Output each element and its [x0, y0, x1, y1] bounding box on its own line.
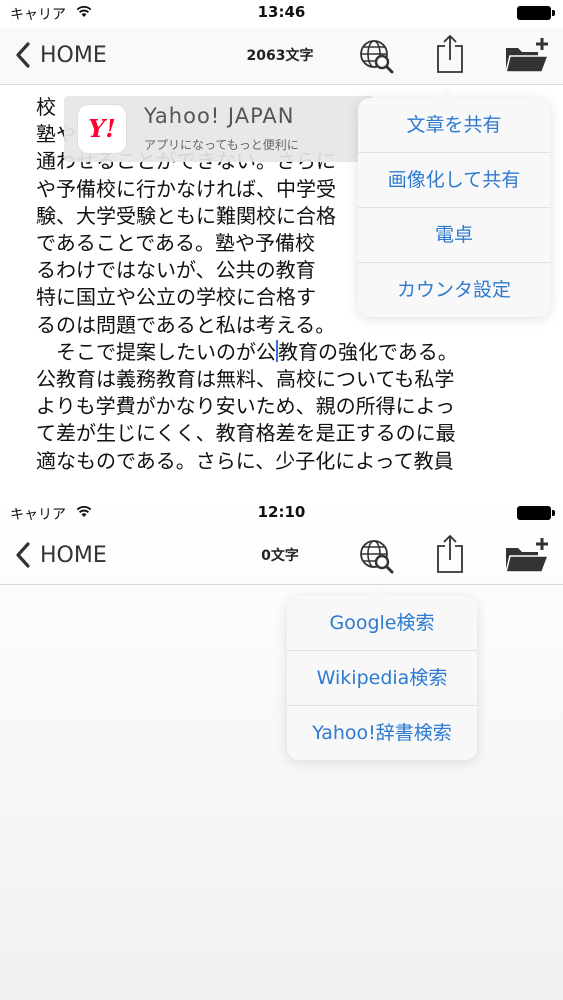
add-folder-icon[interactable]: [504, 36, 550, 76]
status-bar: キャリア 12:10: [0, 500, 563, 528]
text-line: 適なものである。さらに、少子化によって教員: [36, 448, 454, 473]
back-label: HOME: [40, 542, 107, 568]
navigation-bar: HOME 2063文字: [0, 28, 563, 85]
text-segment: 教育の強化である。: [278, 339, 458, 364]
navigation-bar: HOME 0文字: [0, 528, 563, 585]
globe-search-icon[interactable]: [358, 38, 394, 74]
back-button[interactable]: HOME: [14, 38, 107, 72]
menu-item-counter-settings[interactable]: カウンタ設定: [358, 263, 550, 317]
globe-search-icon[interactable]: [358, 538, 394, 574]
status-bar: キャリア 13:46: [0, 0, 563, 28]
popover-arrow: [436, 88, 456, 98]
status-time: 13:46: [257, 3, 306, 21]
menu-item-calculator[interactable]: 電卓: [358, 208, 550, 263]
character-count: 0文字: [261, 548, 299, 564]
yahoo-app-banner[interactable]: Y! Yahoo! JAPAN アプリになってもっと便利に: [64, 96, 374, 162]
menu-item-yahoo-dictionary-search[interactable]: Yahoo!辞書検索: [287, 706, 477, 760]
popover-arrow: [367, 586, 387, 596]
banner-subtitle: アプリになってもっと便利に: [144, 138, 299, 152]
status-time: 12:10: [257, 503, 306, 521]
battery-icon: [517, 506, 555, 520]
screen-top: キャリア 13:46 HOME 2063文字 校 塾や や予備校に行かなければ、…: [0, 0, 563, 500]
text-line: て差が生じにくく、教育格差を是正するのに最: [36, 421, 456, 446]
share-menu-popover: 文章を共有 画像化して共有 電卓 カウンタ設定: [358, 88, 550, 317]
text-line: 公教育は義務教育は無料、高校についても私学: [36, 367, 455, 392]
text-line-with-cursor: そこで提案したいのが公 教育の強化である。: [36, 339, 556, 366]
banner-title: Yahoo! JAPAN: [144, 104, 295, 128]
character-count: 2063文字: [246, 48, 314, 64]
text-segment: そこで提案したいのが公: [36, 339, 276, 364]
add-folder-icon[interactable]: [504, 536, 550, 576]
back-label: HOME: [40, 42, 107, 68]
battery-icon: [517, 6, 555, 20]
chevron-left-icon: [16, 542, 30, 568]
menu-item-google-search[interactable]: Google検索: [287, 596, 477, 651]
yahoo-logo-icon: Y!: [78, 105, 126, 153]
menu-item-share-text[interactable]: 文章を共有: [358, 98, 550, 153]
text-line: よりも学費がかなり安いため、親の所得によっ: [36, 394, 455, 419]
menu-item-wikipedia-search[interactable]: Wikipedia検索: [287, 651, 477, 706]
menu-item-share-image[interactable]: 画像化して共有: [358, 153, 550, 208]
share-icon[interactable]: [433, 32, 467, 76]
back-button[interactable]: HOME: [14, 538, 107, 572]
screen-bottom: キャリア 12:10 HOME 0文字 Google検索 Wikipedia検索…: [0, 500, 563, 1000]
chevron-left-icon: [16, 42, 30, 68]
search-menu-popover: Google検索 Wikipedia検索 Yahoo!辞書検索: [287, 586, 477, 760]
share-icon[interactable]: [433, 532, 467, 576]
